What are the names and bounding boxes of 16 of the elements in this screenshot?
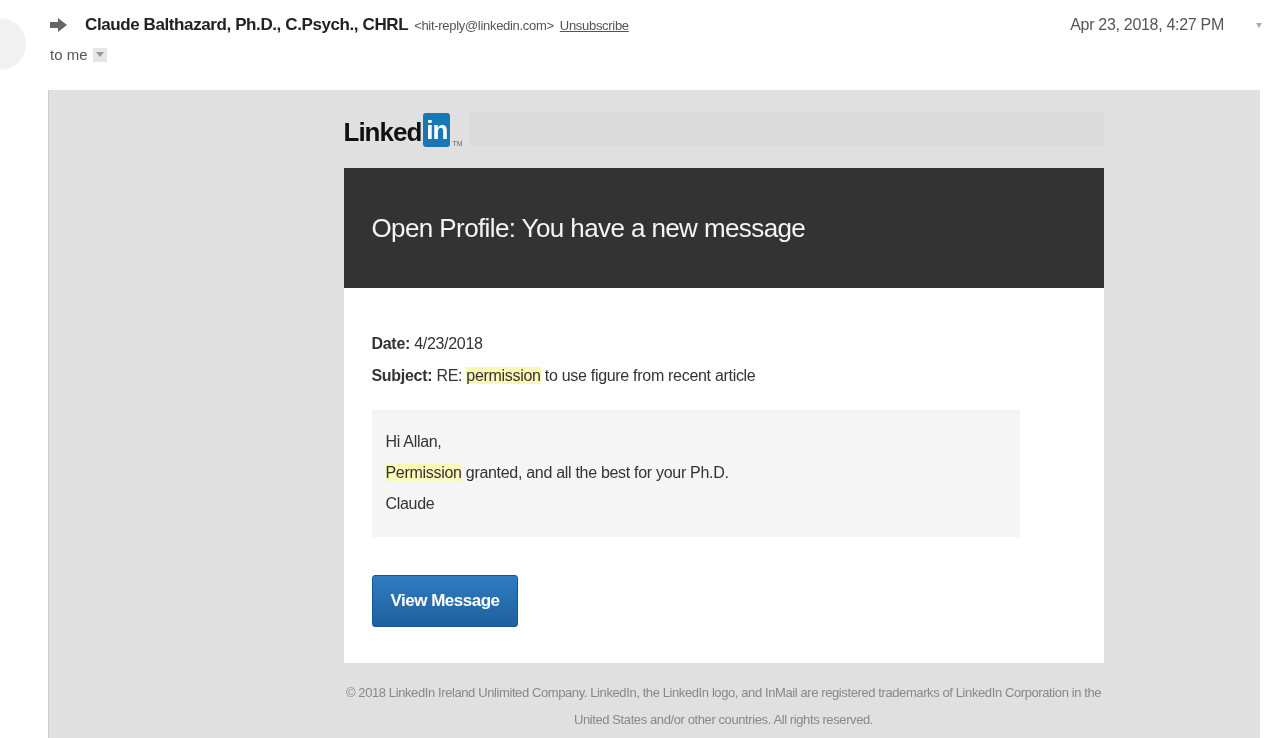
field-line: Subject: RE: permission to use figure from recent article [371, 366, 757, 386]
unsubscribe-link[interactable]: Unsubscribe [559, 17, 629, 33]
caret-icon[interactable] [1256, 22, 1262, 28]
arrow-icon [50, 18, 67, 32]
field-line: Date: 4/23/2018 [371, 334, 484, 354]
message-line: Claude [385, 494, 436, 514]
email-date: Apr 23, 2018, 4:27 PM [1070, 16, 1224, 34]
dropdown-icon[interactable] [92, 47, 107, 62]
banner-title: Open Profile: You have a new message [371, 212, 806, 244]
sender-name: Claude Balthazard, Ph.D., C.Psych., CHRL [85, 15, 409, 35]
recipient-label: to me [50, 46, 88, 63]
message-line: Permission granted, and all the best for your Ph.D. [385, 463, 730, 483]
message-line: Hi Allan, [385, 432, 443, 452]
footer-text: © 2018 LinkedIn Ireland Unlimited Company. LinkedIn, the LinkedIn logo, and InMail are registered trademarks of LinkedIn Corporation in the United States and/or other countries. All rights reserved. [344, 684, 1103, 729]
view-message-button[interactable]: View Message [371, 575, 519, 627]
sender-address: <hit-reply@linkedin.com> [414, 17, 554, 33]
